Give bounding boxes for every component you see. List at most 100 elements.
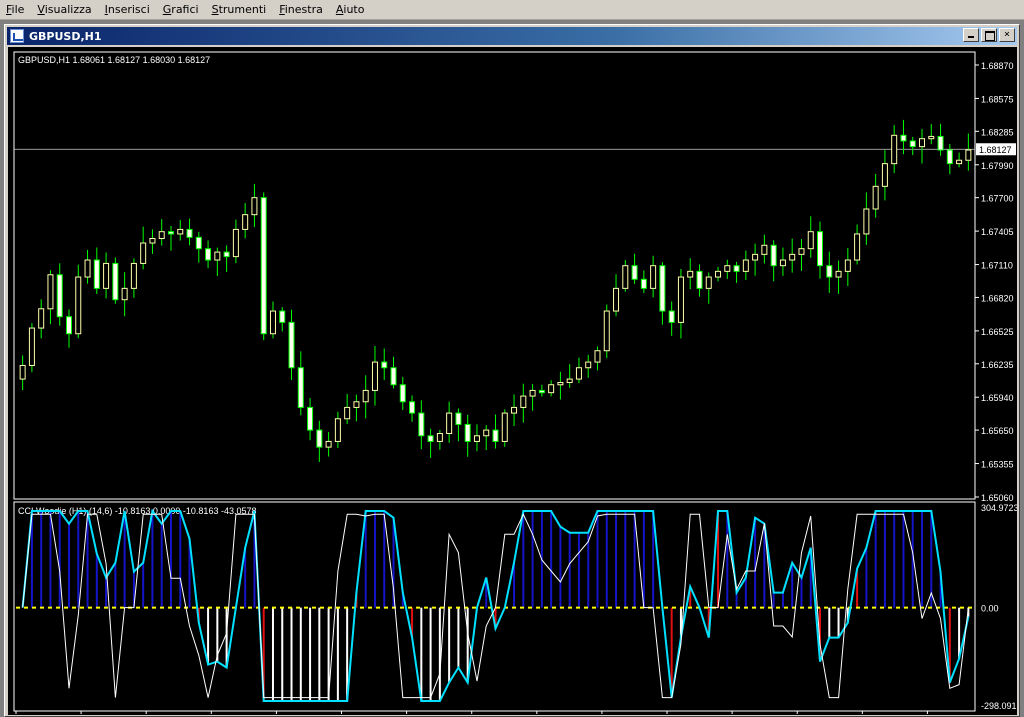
candle-body (844, 259, 851, 272)
chart-window-icon (10, 29, 24, 43)
candle-body (677, 276, 684, 323)
candle-body (807, 231, 814, 250)
window-title-bar[interactable]: GBPUSD,H1 × (7, 27, 1017, 45)
menu-label-rest: isualizza (44, 2, 92, 16)
price-axis-label: 1.65940 (981, 393, 1014, 403)
candle-body (900, 134, 907, 142)
candle-body (214, 251, 221, 261)
candle-body (28, 327, 35, 366)
menu-aiuto[interactable]: Aiuto (330, 0, 372, 20)
menu-label-rest: trumenti (218, 2, 267, 16)
price-axis-label: 1.68575 (981, 94, 1014, 104)
candle-body (269, 310, 276, 335)
menu-visualizza[interactable]: Visualizza (31, 0, 98, 20)
candle-body (316, 429, 323, 448)
candle-body (909, 140, 916, 148)
menu-strumenti[interactable]: Strumenti (206, 0, 274, 20)
candle-body (548, 384, 555, 394)
candle-body (251, 197, 258, 216)
candle-body (752, 253, 759, 261)
candle-body (130, 262, 137, 289)
price-axis-label: 1.68285 (981, 127, 1014, 137)
candle-body (770, 244, 777, 267)
menu-inserisci[interactable]: Inserisci (99, 0, 157, 20)
candle-body (946, 149, 953, 165)
candle-body (121, 287, 128, 301)
candle-body (872, 185, 879, 210)
candle-body (529, 389, 536, 397)
candle-body (863, 208, 870, 235)
close-button[interactable]: × (999, 28, 1015, 42)
indicator-axis-label: 0.00 (981, 604, 999, 614)
candle-body (492, 429, 499, 442)
menu-label-rest: iuto (343, 2, 365, 16)
menu-mnemonic: S (211, 2, 219, 16)
candle-body (733, 265, 740, 272)
candle-body (177, 228, 184, 235)
candle-body (371, 361, 378, 391)
candle-body (798, 248, 805, 255)
candle-body (826, 265, 833, 278)
candle-body (334, 418, 341, 442)
chart-canvas[interactable]: 1.68870 1.68575 1.68285 1.67990 1.67700 1.674… (8, 47, 1017, 715)
candle-body (436, 433, 443, 442)
candle-body (223, 251, 230, 258)
candle-body (603, 310, 610, 352)
candle-body (622, 265, 629, 289)
minimize-button[interactable] (963, 28, 979, 42)
candle-body (483, 429, 490, 437)
candle-body (937, 135, 944, 151)
candle-body (538, 389, 545, 394)
candle-body (575, 367, 582, 380)
candle-body (344, 406, 351, 420)
candle-body (473, 435, 480, 442)
candle-body (353, 401, 360, 408)
candle-body (288, 321, 295, 369)
candle-body (158, 231, 165, 239)
price-axis-label: 1.67110 (981, 261, 1013, 271)
maximize-button[interactable] (981, 28, 997, 42)
menu-label-rest: nserisci (107, 2, 150, 16)
candle-body (186, 228, 193, 238)
candle-body (464, 423, 471, 442)
menu-label-rest: inestra (284, 2, 323, 16)
candle-body (205, 248, 212, 261)
candle-body (761, 244, 768, 255)
menu-file[interactable]: File (0, 0, 31, 20)
candle-body (520, 395, 527, 408)
candle-body (418, 412, 425, 437)
price-axis-label: 1.67990 (981, 161, 1014, 171)
candle-body (881, 163, 888, 187)
candle-body (817, 231, 824, 267)
price-axis-label: 1.68870 (981, 61, 1014, 71)
candle-body (965, 149, 972, 161)
current-price-label: 1.68127 (979, 145, 1012, 155)
candle-body (724, 265, 731, 272)
candle-body (140, 242, 147, 264)
main-chart-info: GBPUSD,H1 1.68061 1.68127 1.68030 1.6812… (18, 55, 210, 65)
candle-body (557, 381, 564, 386)
price-axis-label: 1.66235 (981, 360, 1014, 370)
menu-grafici[interactable]: Grafici (157, 0, 206, 20)
candle-body (242, 214, 249, 230)
candle-body (325, 440, 332, 448)
candle-body (399, 384, 406, 403)
candle-body (409, 401, 416, 414)
candle-body (260, 197, 267, 335)
price-axis-label: 1.66525 (981, 327, 1014, 337)
price-axis-label: 1.67700 (981, 194, 1014, 204)
candle-body (919, 138, 926, 148)
candle-body (659, 265, 666, 312)
menu-finestra[interactable]: Finestra (273, 0, 330, 20)
chart-window[interactable]: GBPUSD,H1 × 1.68870 1.68575 1.68285 1.67990… (4, 24, 1020, 717)
candle-body (687, 270, 694, 278)
candle-body (705, 276, 712, 289)
candle-body (65, 316, 72, 335)
price-axis-label: 1.65355 (981, 460, 1014, 470)
candle-body (75, 276, 82, 335)
chart-svg[interactable]: 1.68870 1.68575 1.68285 1.67990 1.67700 1.674… (8, 47, 1017, 715)
menu-mnemonic: V (37, 2, 45, 16)
price-axis-label: 1.67405 (981, 227, 1014, 237)
candle-body (455, 412, 462, 425)
candle-body (650, 265, 657, 289)
